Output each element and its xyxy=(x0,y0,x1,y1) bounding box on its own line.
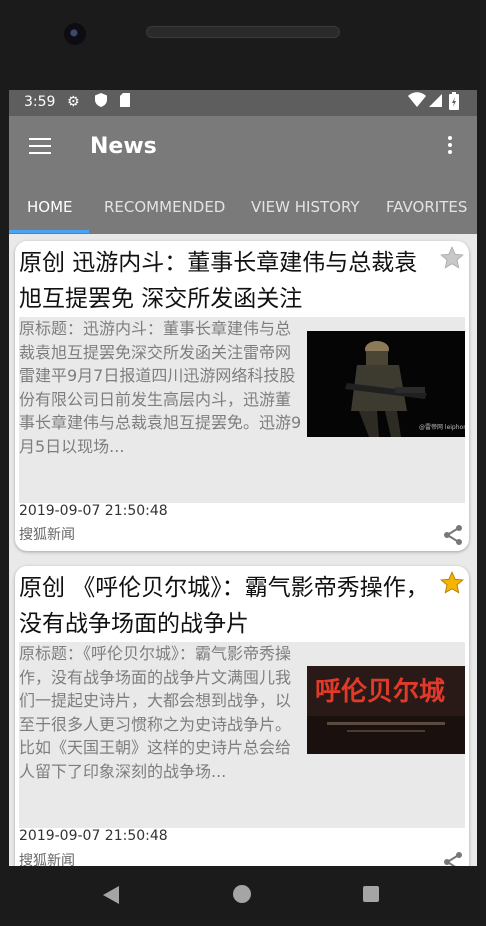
star-icon[interactable] xyxy=(439,245,465,276)
sd-card-status-icon xyxy=(119,92,131,114)
system-nav-bar xyxy=(0,866,486,926)
shield-status-icon xyxy=(94,92,108,114)
overflow-menu-icon[interactable] xyxy=(447,136,453,158)
status-time: 3:59 xyxy=(24,94,56,110)
settings-status-icon: ⚙ xyxy=(67,94,80,110)
article-title[interactable]: 原创 迅游内斗：董事长章建伟与总裁袁旭互提罢免 深交所发函关注 xyxy=(19,245,429,317)
home-icon[interactable] xyxy=(233,885,251,903)
hamburger-menu-icon[interactable] xyxy=(29,138,51,156)
tab-home[interactable]: HOME xyxy=(27,198,73,216)
article-title[interactable]: 原创 《呼伦贝尔城》：霸气影帝秀操作，没有战争场面的战争片 xyxy=(19,570,429,642)
article-summary: 原标题：《呼伦贝尔城》：霸气影帝秀操作，没有战争场面的战争片文满囤儿我们一提起史… xyxy=(19,644,292,781)
article-source: 搜狐新闻 xyxy=(19,853,75,866)
device-bezel-top xyxy=(0,0,486,90)
article-source: 搜狐新闻 xyxy=(19,527,75,543)
poster-title: 呼伦贝尔城 xyxy=(315,676,445,707)
status-bar: 3:59 ⚙ xyxy=(9,90,477,116)
tab-favorites[interactable]: FAVORITES xyxy=(386,198,467,216)
article-body[interactable]: 原标题：迅游内斗：董事长章建伟与总裁袁旭互提罢免深交所发函关注雷帝网雷建平9月7… xyxy=(19,317,465,503)
share-icon[interactable] xyxy=(441,523,465,547)
back-icon[interactable] xyxy=(103,886,119,904)
share-icon[interactable] xyxy=(441,850,465,866)
article-body[interactable]: 原标题：《呼伦贝尔城》：霸气影帝秀操作，没有战争场面的战争片文满囤儿我们一提起史… xyxy=(19,642,465,828)
app-bar: News xyxy=(9,116,477,176)
article-timestamp: 2019-09-07 21:50:48 xyxy=(19,828,168,844)
signal-status-icon xyxy=(429,92,443,114)
article-thumbnail: 呼伦贝尔城 xyxy=(307,666,465,754)
wifi-status-icon xyxy=(408,92,426,114)
news-card[interactable]: 原创 《呼伦贝尔城》：霸气影帝秀操作，没有战争场面的战争片 原标题：《呼伦贝尔城… xyxy=(15,566,469,866)
tab-view-history[interactable]: VIEW HISTORY xyxy=(251,198,360,216)
thumbnail-watermark: @雷帝网 leiphone xyxy=(419,423,465,431)
tab-recommended[interactable]: RECOMMENDED xyxy=(104,198,225,216)
news-card[interactable]: 原创 迅游内斗：董事长章建伟与总裁袁旭互提罢免 深交所发函关注 原标题：迅游内斗… xyxy=(15,241,469,551)
phone-screen: 3:59 ⚙ News HOME RECOMMENDED VIEW HISTOR… xyxy=(9,90,477,866)
battery-status-icon xyxy=(449,92,459,116)
article-thumbnail: @雷帝网 leiphone xyxy=(307,331,465,437)
tab-indicator xyxy=(9,230,89,233)
tab-bar: HOME RECOMMENDED VIEW HISTORY FAVORITES xyxy=(9,176,477,234)
front-camera xyxy=(64,23,86,45)
app-title: News xyxy=(90,134,157,159)
recent-apps-icon[interactable] xyxy=(363,886,379,902)
article-summary: 原标题：迅游内斗：董事长章建伟与总裁袁旭互提罢免深交所发函关注雷帝网雷建平9月7… xyxy=(19,319,302,456)
star-icon[interactable] xyxy=(439,570,465,601)
article-timestamp: 2019-09-07 21:50:48 xyxy=(19,503,168,519)
earpiece-speaker xyxy=(146,26,340,38)
